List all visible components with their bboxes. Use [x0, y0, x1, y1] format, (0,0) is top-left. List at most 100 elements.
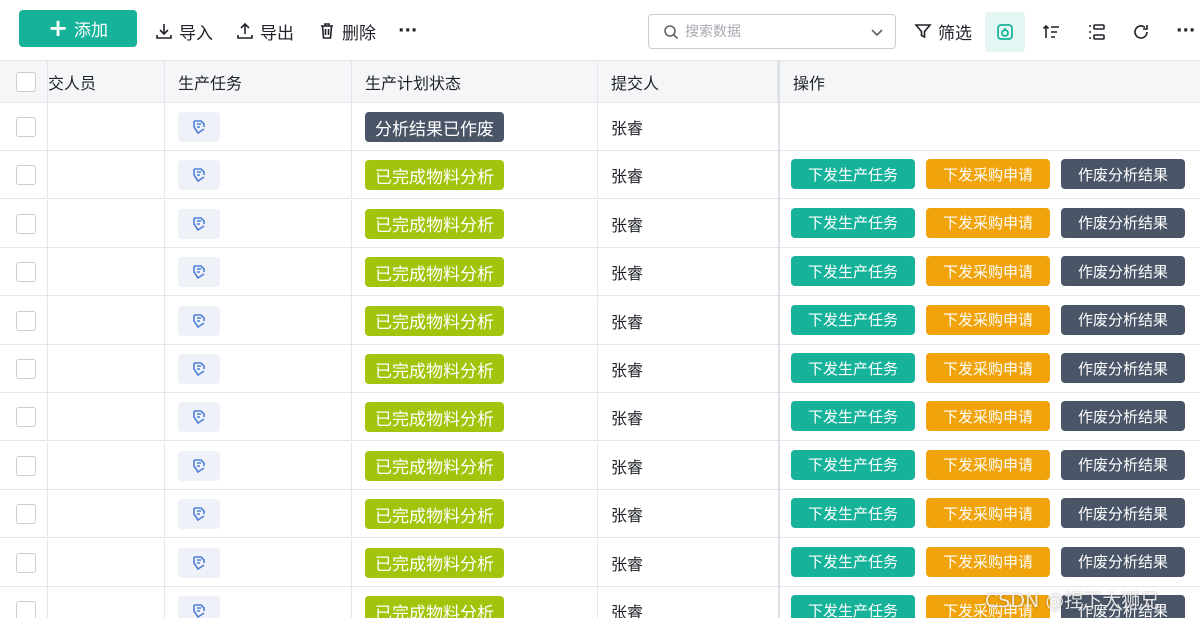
submitters-cell	[48, 103, 165, 151]
issue-purchase-request-button[interactable]: 下发采购申请	[926, 256, 1050, 287]
issue-production-task-button[interactable]: 下发生产任务	[791, 304, 915, 335]
void-analysis-result-button[interactable]: 作废分析结果	[1061, 353, 1185, 383]
row-checkbox[interactable]	[16, 213, 36, 234]
group-button[interactable]	[1076, 12, 1116, 52]
header-select-cell	[0, 61, 48, 102]
void-analysis-result-button[interactable]: 作废分析结果	[1061, 207, 1185, 238]
void-analysis-result-button[interactable]: 作废分析结果	[1061, 498, 1185, 529]
task-link-button[interactable]	[178, 354, 220, 384]
issue-purchase-request-button[interactable]: 下发采购申请	[926, 449, 1050, 480]
task-link-button[interactable]	[178, 499, 220, 530]
column-header-submitter[interactable]: 提交人	[598, 61, 778, 102]
issue-production-task-button[interactable]: 下发生产任务	[791, 207, 915, 238]
void-analysis-result-button[interactable]: 作废分析结果	[1061, 449, 1185, 480]
issue-purchase-request-button[interactable]: 下发采购申请	[926, 159, 1050, 190]
column-header-actions[interactable]: 操作	[780, 61, 1200, 102]
plan-status-cell: 已完成物料分析	[352, 587, 598, 618]
task-icon	[193, 555, 205, 570]
row-checkbox[interactable]	[16, 552, 36, 573]
production-task-cell	[165, 538, 352, 587]
table-row[interactable]: 分析结果已作废 张睿	[0, 103, 1200, 151]
void-analysis-result-button[interactable]: 作废分析结果	[1061, 401, 1185, 432]
more-options-button[interactable]: ···	[1176, 19, 1195, 43]
plan-status-cell: 已完成物料分析	[352, 538, 598, 587]
table-row[interactable]: 已完成物料分析 张睿 下发生产任务 下发采购申请 作废分析结果	[0, 345, 1200, 393]
row-checkbox[interactable]	[16, 504, 36, 525]
plan-status-cell: 已完成物料分析	[352, 199, 598, 248]
task-link-button[interactable]	[178, 547, 220, 578]
void-analysis-result-button[interactable]: 作废分析结果	[1061, 304, 1185, 335]
table-row[interactable]: 已完成物料分析 张睿 下发生产任务 下发采购申请 作废分析结果	[0, 296, 1200, 345]
add-button[interactable]: + 添加	[19, 10, 137, 47]
issue-production-task-button[interactable]: 下发生产任务	[791, 256, 915, 287]
row-select-cell	[0, 248, 48, 297]
view-toggle-button[interactable]	[985, 12, 1025, 52]
task-link-button[interactable]	[178, 257, 220, 288]
void-analysis-result-button[interactable]: 作废分析结果	[1061, 546, 1185, 577]
export-button[interactable]: 导出	[236, 19, 294, 44]
task-icon	[193, 265, 205, 280]
issue-purchase-request-button[interactable]: 下发采购申请	[926, 498, 1050, 529]
table-row[interactable]: 已完成物料分析 张睿 下发生产任务 下发采购申请 作废分析结果	[0, 441, 1200, 490]
submitter-name: 张睿	[611, 361, 644, 380]
select-all-checkbox[interactable]	[16, 71, 36, 92]
row-checkbox[interactable]	[16, 455, 36, 476]
issue-production-task-button[interactable]: 下发生产任务	[791, 498, 915, 529]
issue-production-task-button[interactable]: 下发生产任务	[791, 546, 915, 577]
submitters-cell	[48, 587, 165, 618]
filter-icon	[914, 24, 932, 39]
submitter-name: 张睿	[611, 554, 644, 574]
row-checkbox[interactable]	[16, 359, 36, 379]
task-link-button[interactable]	[178, 208, 220, 239]
column-header-submitters[interactable]: 交人员	[48, 61, 165, 102]
task-link-button[interactable]	[178, 402, 220, 433]
watermark-text: CSDN @捏下大狮兄	[985, 590, 1160, 612]
search-box[interactable]	[648, 14, 896, 49]
task-link-button[interactable]	[178, 450, 220, 481]
table-row[interactable]: 已完成物料分析 张睿 下发生产任务 下发采购申请 作废分析结果	[0, 538, 1200, 587]
issue-production-task-button[interactable]: 下发生产任务	[791, 449, 915, 480]
chevron-down-icon[interactable]	[869, 24, 885, 40]
delete-button[interactable]: 删除	[318, 19, 376, 44]
submitter-name: 张睿	[611, 119, 644, 138]
row-checkbox[interactable]	[16, 601, 36, 618]
void-analysis-result-button[interactable]: 作废分析结果	[1061, 159, 1185, 190]
table-row[interactable]: 已完成物料分析 张睿 下发生产任务 下发采购申请 作废分析结果	[0, 393, 1200, 442]
more-button[interactable]: ···	[398, 19, 417, 43]
row-checkbox[interactable]	[16, 117, 36, 137]
table-row[interactable]: 已完成物料分析 张睿 下发生产任务 下发采购申请 作废分析结果	[0, 199, 1200, 248]
sort-button[interactable]	[1031, 12, 1071, 52]
issue-production-task-button[interactable]: 下发生产任务	[791, 595, 915, 618]
submitter-name: 张睿	[611, 506, 644, 526]
submitters-cell	[48, 441, 165, 490]
issue-purchase-request-button[interactable]: 下发采购申请	[926, 207, 1050, 238]
issue-production-task-button[interactable]: 下发生产任务	[791, 401, 915, 432]
task-link-button[interactable]	[178, 305, 220, 336]
issue-production-task-button[interactable]: 下发生产任务	[791, 159, 915, 190]
row-checkbox[interactable]	[16, 262, 36, 283]
table-row[interactable]: 已完成物料分析 张睿 下发生产任务 下发采购申请 作废分析结果	[0, 248, 1200, 297]
task-link-button[interactable]	[178, 596, 220, 618]
row-checkbox[interactable]	[16, 407, 36, 428]
table-row[interactable]: 已完成物料分析 张睿 下发生产任务 下发采购申请 作废分析结果	[0, 151, 1200, 200]
filter-button[interactable]: 筛选	[914, 19, 972, 44]
issue-purchase-request-button[interactable]: 下发采购申请	[926, 304, 1050, 335]
issue-purchase-request-button[interactable]: 下发采购申请	[926, 353, 1050, 383]
download-icon	[156, 24, 172, 39]
table-row[interactable]: 已完成物料分析 张睿 下发生产任务 下发采购申请 作废分析结果	[0, 490, 1200, 539]
row-checkbox[interactable]	[16, 165, 36, 186]
column-header-production-task[interactable]: 生产任务	[165, 61, 352, 102]
column-header-plan-status[interactable]: 生产计划状态	[352, 61, 598, 102]
plan-status-cell: 已完成物料分析	[352, 490, 598, 539]
search-input[interactable]	[685, 23, 869, 40]
production-task-cell	[165, 393, 352, 442]
void-analysis-result-button[interactable]: 作废分析结果	[1061, 256, 1185, 287]
task-link-button[interactable]	[178, 160, 220, 191]
import-button[interactable]: 导入	[155, 19, 213, 44]
task-link-button[interactable]	[178, 112, 220, 142]
issue-production-task-button[interactable]: 下发生产任务	[791, 353, 915, 383]
issue-purchase-request-button[interactable]: 下发采购申请	[926, 546, 1050, 577]
refresh-button[interactable]	[1121, 12, 1161, 52]
issue-purchase-request-button[interactable]: 下发采购申请	[926, 401, 1050, 432]
row-checkbox[interactable]	[16, 310, 36, 331]
